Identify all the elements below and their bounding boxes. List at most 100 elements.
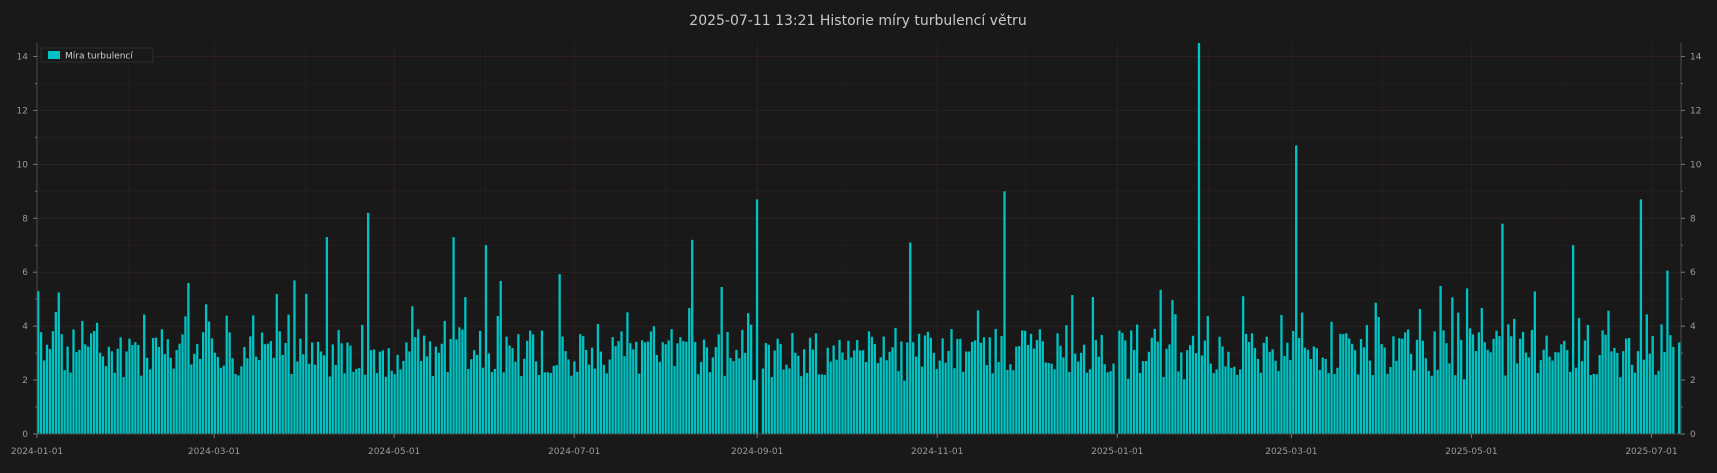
bar (632, 349, 635, 434)
bar (266, 343, 270, 434)
bar (537, 375, 541, 434)
x-tick-label: 2025-01-01 (1091, 447, 1143, 457)
bar (1339, 333, 1342, 434)
bar (146, 357, 149, 434)
bar (779, 343, 782, 434)
bar (1654, 374, 1657, 434)
bar (473, 350, 476, 434)
bar (903, 380, 906, 434)
bar (932, 352, 935, 434)
bar (1471, 334, 1475, 434)
bar (968, 351, 971, 434)
bar (1312, 346, 1316, 434)
bar (1353, 350, 1357, 434)
bar (131, 344, 134, 434)
bar (962, 371, 965, 434)
bar (325, 237, 329, 434)
bar (461, 329, 464, 434)
bar (1657, 370, 1660, 434)
bar (1374, 302, 1377, 434)
bar (337, 330, 340, 434)
bar (965, 351, 968, 434)
bar (1371, 375, 1374, 434)
bar (66, 346, 69, 434)
bar (499, 280, 502, 434)
bar (1524, 352, 1528, 434)
x-tick-label: 2024-01-01 (11, 447, 63, 457)
x-tick-label: 2025-07-01 (1625, 447, 1677, 457)
bar (529, 330, 532, 434)
bar (926, 331, 930, 434)
bar (1209, 363, 1212, 434)
bar (947, 350, 950, 434)
bar (299, 338, 302, 434)
bar (1571, 245, 1575, 434)
bar (1401, 338, 1404, 434)
bar (1191, 335, 1195, 434)
bar (909, 242, 912, 434)
bar (814, 333, 818, 434)
bar (593, 368, 597, 434)
bar (1610, 351, 1613, 434)
bar (1059, 345, 1062, 434)
bar (1133, 350, 1136, 434)
bar (1557, 352, 1560, 434)
bar (590, 347, 594, 434)
y-tick-label-left: 6 (22, 268, 28, 278)
bar (1607, 310, 1610, 434)
bar (1445, 343, 1448, 434)
bar (1418, 309, 1422, 434)
bar (1056, 333, 1059, 434)
bar (1268, 351, 1271, 434)
bar (1247, 341, 1251, 434)
bar (694, 342, 697, 434)
bar (564, 351, 567, 434)
bar (906, 342, 909, 434)
bar (643, 342, 647, 434)
bar (219, 367, 222, 434)
bar (1082, 344, 1086, 434)
bar (340, 343, 343, 434)
bar (57, 292, 60, 434)
bar (1221, 346, 1224, 434)
bar (369, 350, 373, 434)
bar (935, 369, 938, 434)
bar (676, 343, 679, 434)
bar (1530, 329, 1534, 434)
x-tick-label: 2025-03-01 (1265, 447, 1317, 457)
bar (552, 365, 555, 434)
bar (1156, 341, 1159, 434)
bar (832, 345, 835, 434)
bar (1271, 349, 1274, 434)
bar (558, 274, 561, 434)
bar (1239, 369, 1242, 434)
bar (490, 371, 494, 434)
bar (1633, 372, 1637, 434)
bar (1118, 330, 1121, 434)
bar (196, 344, 199, 434)
bar (708, 372, 712, 434)
bar (944, 362, 947, 434)
bar (328, 376, 331, 434)
bar (900, 341, 903, 434)
bar (531, 334, 535, 434)
y-tick-label-left: 2 (22, 376, 28, 386)
bar (956, 339, 959, 434)
bar (738, 358, 741, 434)
bar (405, 342, 408, 434)
bar (1283, 355, 1286, 434)
bar (1380, 344, 1383, 434)
bar (646, 341, 650, 434)
bar (1430, 375, 1433, 434)
bar (555, 365, 558, 434)
bar (1498, 336, 1501, 434)
bar (605, 373, 608, 434)
bar (154, 337, 158, 434)
bar (876, 363, 879, 434)
bar (755, 199, 759, 434)
bar (411, 306, 414, 434)
bar (240, 366, 243, 434)
bar (649, 331, 653, 434)
bar (973, 340, 977, 434)
bar (163, 354, 166, 434)
